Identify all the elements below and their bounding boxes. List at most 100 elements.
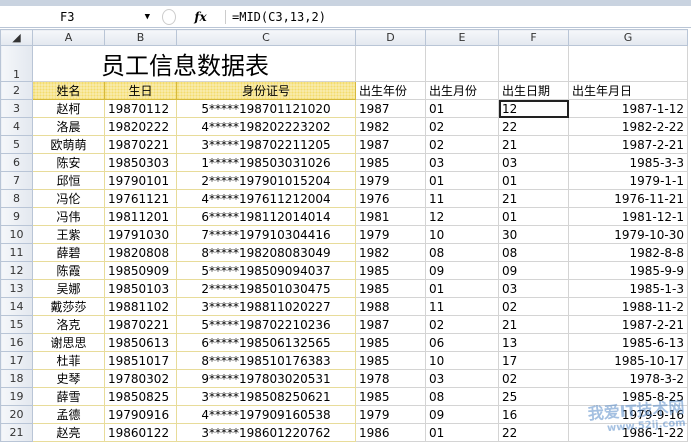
cell[interactable]: 王紫 — [32, 225, 105, 244]
row-header[interactable]: 9 — [0, 207, 33, 226]
header-cell[interactable]: 出生年份 — [355, 81, 426, 100]
chevron-down-icon[interactable]: ▼ — [145, 12, 150, 22]
cell[interactable]: 洛晨 — [32, 117, 105, 136]
column-header-f[interactable]: F — [498, 29, 569, 46]
cell[interactable]: 13 — [498, 333, 569, 352]
cell[interactable]: 6*****198506132565 — [176, 333, 356, 352]
row-header[interactable]: 13 — [0, 279, 33, 298]
cell[interactable]: 08 — [498, 243, 569, 262]
cell[interactable]: 3*****198811020227 — [176, 297, 356, 316]
cell[interactable]: 1985 — [355, 351, 426, 370]
cell[interactable]: 19761121 — [104, 189, 177, 208]
cell[interactable]: 1985-6-13 — [568, 333, 688, 352]
cell[interactable]: 01 — [498, 207, 569, 226]
cell[interactable]: 洛克 — [32, 315, 105, 334]
cell[interactable]: 陈安 — [32, 153, 105, 172]
cell[interactable]: 19870221 — [104, 315, 177, 334]
cell[interactable]: 19850909 — [104, 261, 177, 280]
header-cell[interactable]: 生日 — [104, 81, 177, 100]
cell[interactable]: 谢思思 — [32, 333, 105, 352]
row-header[interactable]: 3 — [0, 99, 33, 118]
cell[interactable]: 2*****197901015204 — [176, 171, 356, 190]
header-cell[interactable]: 出生月份 — [425, 81, 499, 100]
cell[interactable]: 03 — [498, 279, 569, 298]
cell[interactable]: 1979 — [355, 171, 426, 190]
cancel-icon[interactable] — [162, 8, 176, 25]
cell[interactable]: 11 — [425, 189, 499, 208]
cell[interactable]: 1987 — [355, 99, 426, 118]
cell[interactable]: 19860122 — [104, 423, 177, 442]
row-header[interactable]: 16 — [0, 333, 33, 352]
cell[interactable]: 1987-1-12 — [568, 99, 688, 118]
row-header[interactable]: 6 — [0, 153, 33, 172]
cell[interactable] — [568, 45, 688, 82]
cell[interactable] — [425, 45, 499, 82]
cell[interactable]: 09 — [425, 405, 499, 424]
cell[interactable]: 01 — [498, 171, 569, 190]
cell[interactable]: 1987-2-21 — [568, 315, 688, 334]
cell[interactable]: 21 — [498, 135, 569, 154]
cell[interactable]: 21 — [498, 315, 569, 334]
cell[interactable]: 3*****198702211205 — [176, 135, 356, 154]
cell[interactable]: 19790916 — [104, 405, 177, 424]
cell[interactable]: 4*****197909160538 — [176, 405, 356, 424]
cell[interactable]: 19780302 — [104, 369, 177, 388]
cell[interactable]: 11 — [425, 297, 499, 316]
cell[interactable]: 19811201 — [104, 207, 177, 226]
cell[interactable]: 17 — [498, 351, 569, 370]
cell[interactable]: 9*****197803020531 — [176, 369, 356, 388]
cell[interactable]: 01 — [425, 99, 499, 118]
row-header[interactable]: 5 — [0, 135, 33, 154]
row-header[interactable]: 18 — [0, 369, 33, 388]
row-header[interactable]: 8 — [0, 189, 33, 208]
spreadsheet-grid[interactable]: ◢ A B C D E F G 1 员工信息数据表 2 姓名 生日 身份证号 出生年份 出生月份 出生日期出… — [0, 29, 688, 442]
row-header[interactable]: 14 — [0, 297, 33, 316]
column-header-e[interactable]: E — [425, 29, 499, 46]
cell[interactable]: 1987 — [355, 315, 426, 334]
cell[interactable]: 10 — [425, 351, 499, 370]
cell[interactable]: 5*****198701121020 — [176, 99, 356, 118]
cell[interactable]: 吴娜 — [32, 279, 105, 298]
cell[interactable]: 19881102 — [104, 297, 177, 316]
cell[interactable]: 1985 — [355, 279, 426, 298]
cell[interactable]: 19791030 — [104, 225, 177, 244]
cell[interactable]: 1979 — [355, 405, 426, 424]
select-all-corner[interactable]: ◢ — [0, 29, 33, 46]
cell[interactable]: 19850613 — [104, 333, 177, 352]
row-header[interactable]: 2 — [0, 81, 33, 100]
cell[interactable]: 19870221 — [104, 135, 177, 154]
cell[interactable]: 19820222 — [104, 117, 177, 136]
cell[interactable]: 1978 — [355, 369, 426, 388]
cell[interactable]: 01 — [425, 279, 499, 298]
cell[interactable]: 1981 — [355, 207, 426, 226]
cell[interactable]: 22 — [498, 423, 569, 442]
cell[interactable]: 08 — [425, 243, 499, 262]
row-header[interactable]: 19 — [0, 387, 33, 406]
cell[interactable]: 12 — [425, 207, 499, 226]
cell[interactable]: 1988-11-2 — [568, 297, 688, 316]
row-header[interactable]: 1 — [0, 45, 33, 82]
cell[interactable]: 03 — [498, 153, 569, 172]
cell[interactable]: 30 — [498, 225, 569, 244]
column-header-c[interactable]: C — [176, 29, 356, 46]
cell[interactable]: 02 — [498, 369, 569, 388]
cell[interactable]: 孟德 — [32, 405, 105, 424]
header-cell[interactable]: 姓名 — [32, 81, 105, 100]
row-header[interactable]: 12 — [0, 261, 33, 280]
cell[interactable]: 陈霞 — [32, 261, 105, 280]
cell[interactable]: 1985 — [355, 261, 426, 280]
sheet-title[interactable]: 员工信息数据表 — [32, 45, 356, 82]
column-header-b[interactable]: B — [104, 29, 177, 46]
cell[interactable]: 19870112 — [104, 99, 177, 118]
cell[interactable]: 1979-10-30 — [568, 225, 688, 244]
cell[interactable]: 2*****198501030475 — [176, 279, 356, 298]
cell[interactable]: 1985 — [355, 333, 426, 352]
cell[interactable]: 02 — [425, 135, 499, 154]
header-cell[interactable]: 出生日期 — [498, 81, 569, 100]
cell[interactable]: 7*****197910304416 — [176, 225, 356, 244]
cell[interactable]: 1979 — [355, 225, 426, 244]
cell[interactable]: 22 — [498, 117, 569, 136]
cell[interactable]: 1985 — [355, 153, 426, 172]
cell[interactable]: 1978-3-2 — [568, 369, 688, 388]
header-cell[interactable]: 出生年月日 — [568, 81, 688, 100]
